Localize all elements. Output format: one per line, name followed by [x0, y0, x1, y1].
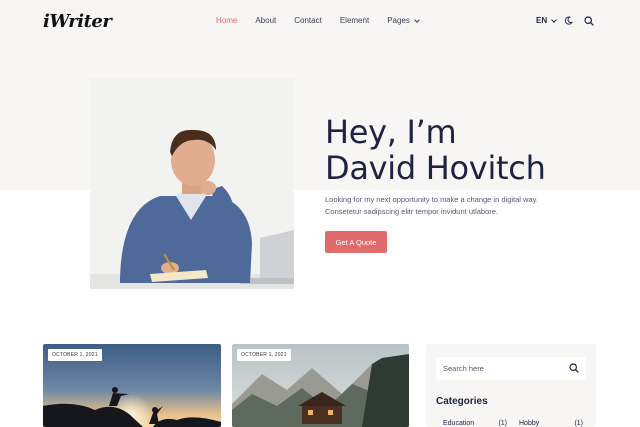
sidebar: Categories Education (1) Hobby (1) [426, 344, 596, 427]
site-logo[interactable]: iWriter [43, 11, 112, 32]
category-name: Hobby [519, 420, 540, 427]
post-date-badge: OCTOBER 1, 2021 [48, 349, 102, 361]
language-label: EN [536, 16, 548, 25]
nav-pages[interactable]: Pages [387, 16, 420, 25]
hero-title: Hey, I’m David Hovitch [325, 114, 546, 186]
search-icon[interactable] [584, 16, 594, 26]
nav-pages-label: Pages [387, 16, 410, 25]
category-count: (1) [574, 420, 583, 427]
post-date-badge: OCTOBER 1, 2021 [237, 349, 291, 361]
post-card[interactable]: OCTOBER 1, 2021 [43, 344, 221, 427]
chevron-down-icon [551, 16, 557, 23]
nav-element[interactable]: Element [340, 16, 369, 25]
search-icon[interactable] [569, 363, 579, 373]
language-selector[interactable]: EN [536, 16, 557, 25]
moon-icon[interactable] [564, 16, 573, 25]
nav-contact[interactable]: Contact [294, 16, 322, 25]
category-count: (1) [498, 420, 507, 427]
nav-home[interactable]: Home [216, 16, 237, 25]
hero-desc-line1: Looking for my next opportunity to make … [325, 195, 538, 204]
chevron-down-icon [414, 16, 420, 23]
search-input[interactable] [443, 357, 563, 380]
main-nav: Home About Contact Element Pages [216, 16, 437, 25]
get-a-quote-button[interactable]: Get A Quote [325, 231, 387, 253]
nav-about[interactable]: About [255, 16, 276, 25]
category-item[interactable]: Education (1) [443, 420, 507, 427]
categories-heading: Categories [436, 396, 488, 407]
hero-title-line1: Hey, I’m [325, 113, 457, 151]
hero-portrait-image [90, 78, 294, 289]
hero-title-line2: David Hovitch [325, 149, 546, 187]
hero-desc-line2: Consetetur sadipscing elitr tempor invid… [325, 207, 499, 216]
hero-description: Looking for my next opportunity to make … [325, 194, 565, 218]
sidebar-search [436, 357, 586, 380]
category-name: Education [443, 420, 475, 427]
category-item[interactable]: Hobby (1) [519, 420, 583, 427]
post-card[interactable]: OCTOBER 1, 2021 [232, 344, 409, 427]
